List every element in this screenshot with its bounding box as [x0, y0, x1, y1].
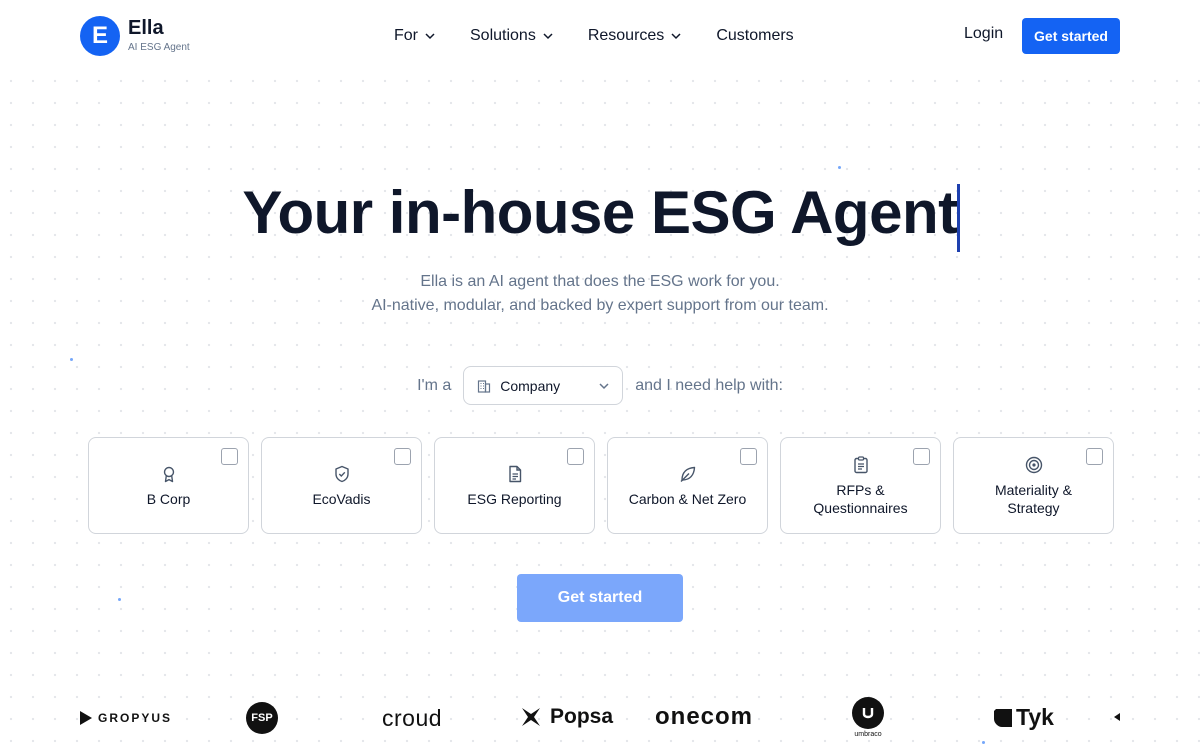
brand-logo[interactable]: E Ella AI ESG Agent — [80, 16, 190, 56]
option-label: EcoVadis — [312, 490, 371, 507]
customer-logos: GROPYUS FSP croud Popsa onecom umbraco T… — [0, 695, 1200, 745]
nav-item-label: Customers — [716, 27, 794, 44]
nav-item-resources[interactable]: Resources — [588, 24, 682, 48]
nav-item-customers[interactable]: Customers — [716, 24, 793, 48]
customer-logo-onecom: onecom — [655, 703, 753, 731]
target-icon — [1025, 456, 1042, 473]
option-card-b-corp[interactable]: B Corp — [88, 437, 249, 534]
logo-badge: FSP — [246, 702, 278, 734]
hero-subtitle: Ella is an AI agent that does the ESG wo… — [0, 270, 1200, 318]
option-card-carbon-net-zero[interactable]: Carbon & Net Zero — [607, 437, 768, 534]
persona-selector-row: I'm a Company and I need help with: — [0, 366, 1200, 405]
nav-item-label: For — [394, 27, 418, 44]
get-started-main-button[interactable]: Get started — [517, 574, 683, 622]
logo-text: onecom — [655, 703, 754, 730]
option-card-ecovadis[interactable]: EcoVadis — [261, 437, 422, 534]
logo-text: Tyk — [1016, 704, 1054, 730]
option-card-materiality-strategy[interactable]: Materiality & Strategy — [953, 437, 1114, 534]
umbraco-mark-icon — [852, 697, 884, 729]
customer-logo-tyk: Tyk — [992, 704, 1054, 731]
persona-select[interactable]: Company — [463, 366, 624, 405]
decorative-dot — [838, 166, 841, 169]
chevron-down-icon — [599, 382, 609, 389]
option-label: Materiality & Strategy — [994, 481, 1073, 516]
nav-item-label: Solutions — [470, 27, 536, 44]
option-label: ESG Reporting — [467, 490, 562, 507]
customer-logo-gropyus: GROPYUS — [80, 711, 172, 725]
option-checkbox[interactable] — [1086, 448, 1103, 465]
logo-text: GROPYUS — [98, 711, 173, 725]
help-options: B Corp EcoVadis ESG Reporting Carbon & N… — [88, 437, 1126, 534]
clipboard-icon — [853, 455, 868, 473]
option-label: B Corp — [146, 490, 191, 507]
brand-tagline: AI ESG Agent — [128, 42, 190, 53]
customer-logo-umbraco: umbraco — [852, 697, 884, 738]
persona-select-value: Company — [500, 377, 561, 394]
option-card-rfps-questionnaires[interactable]: RFPs & Questionnaires — [780, 437, 941, 534]
nav-item-for[interactable]: For — [394, 24, 436, 48]
logo-text: umbraco — [854, 731, 882, 738]
decorative-dot — [70, 358, 73, 361]
customer-logo-croud: croud — [382, 705, 442, 732]
option-checkbox[interactable] — [394, 448, 411, 465]
login-link[interactable]: Login — [964, 25, 1003, 43]
logo-text: croud — [382, 705, 443, 731]
decorative-dot — [982, 741, 985, 744]
option-label: RFPs & Questionnaires — [813, 481, 908, 516]
option-checkbox[interactable] — [567, 448, 584, 465]
chevron-down-icon — [671, 33, 681, 40]
main-menu: For Solutions Resources Customers — [394, 24, 828, 48]
nav-item-solutions[interactable]: Solutions — [470, 24, 554, 48]
option-checkbox[interactable] — [913, 448, 930, 465]
chevron-down-icon — [425, 33, 435, 40]
option-card-esg-reporting[interactable]: ESG Reporting — [434, 437, 595, 534]
nav-item-label: Resources — [587, 27, 665, 44]
text-caret — [957, 184, 960, 252]
popsa-mark-icon — [522, 708, 540, 726]
partial-logo-icon — [1114, 713, 1120, 721]
chevron-down-icon — [543, 33, 553, 40]
tyk-mark-icon — [994, 708, 1012, 727]
leaf-icon — [680, 466, 695, 482]
hero-title: Your in-house ESG Agent — [242, 179, 958, 246]
hero-subtitle-line-1: Ella is an AI agent that does the ESG wo… — [420, 273, 780, 290]
carousel-next-logo-fragment — [1114, 713, 1120, 721]
option-label: Carbon & Net Zero — [628, 490, 747, 507]
logo-text: FSP — [251, 712, 273, 724]
decorative-dot — [118, 598, 121, 601]
award-icon — [163, 466, 174, 482]
brand-name: Ella — [128, 17, 164, 39]
document-icon — [508, 465, 521, 482]
customer-logo-fsp: FSP — [246, 702, 278, 734]
shield-check-icon — [334, 465, 349, 482]
selector-suffix: and I need help with: — [635, 376, 783, 394]
hero-subtitle-line-2: AI-native, modular, and backed by expert… — [371, 297, 829, 314]
selector-prefix: I'm a — [417, 376, 452, 394]
logo-text: Popsa — [550, 705, 614, 728]
get-started-nav-button[interactable]: Get started — [1022, 18, 1120, 54]
u-glyph-icon — [862, 708, 874, 719]
play-triangle-icon — [80, 711, 92, 725]
option-checkbox[interactable] — [221, 448, 238, 465]
customer-logo-popsa: Popsa — [520, 705, 613, 729]
logo-mark: E — [80, 16, 120, 56]
option-checkbox[interactable] — [740, 448, 757, 465]
building-icon — [478, 379, 491, 393]
